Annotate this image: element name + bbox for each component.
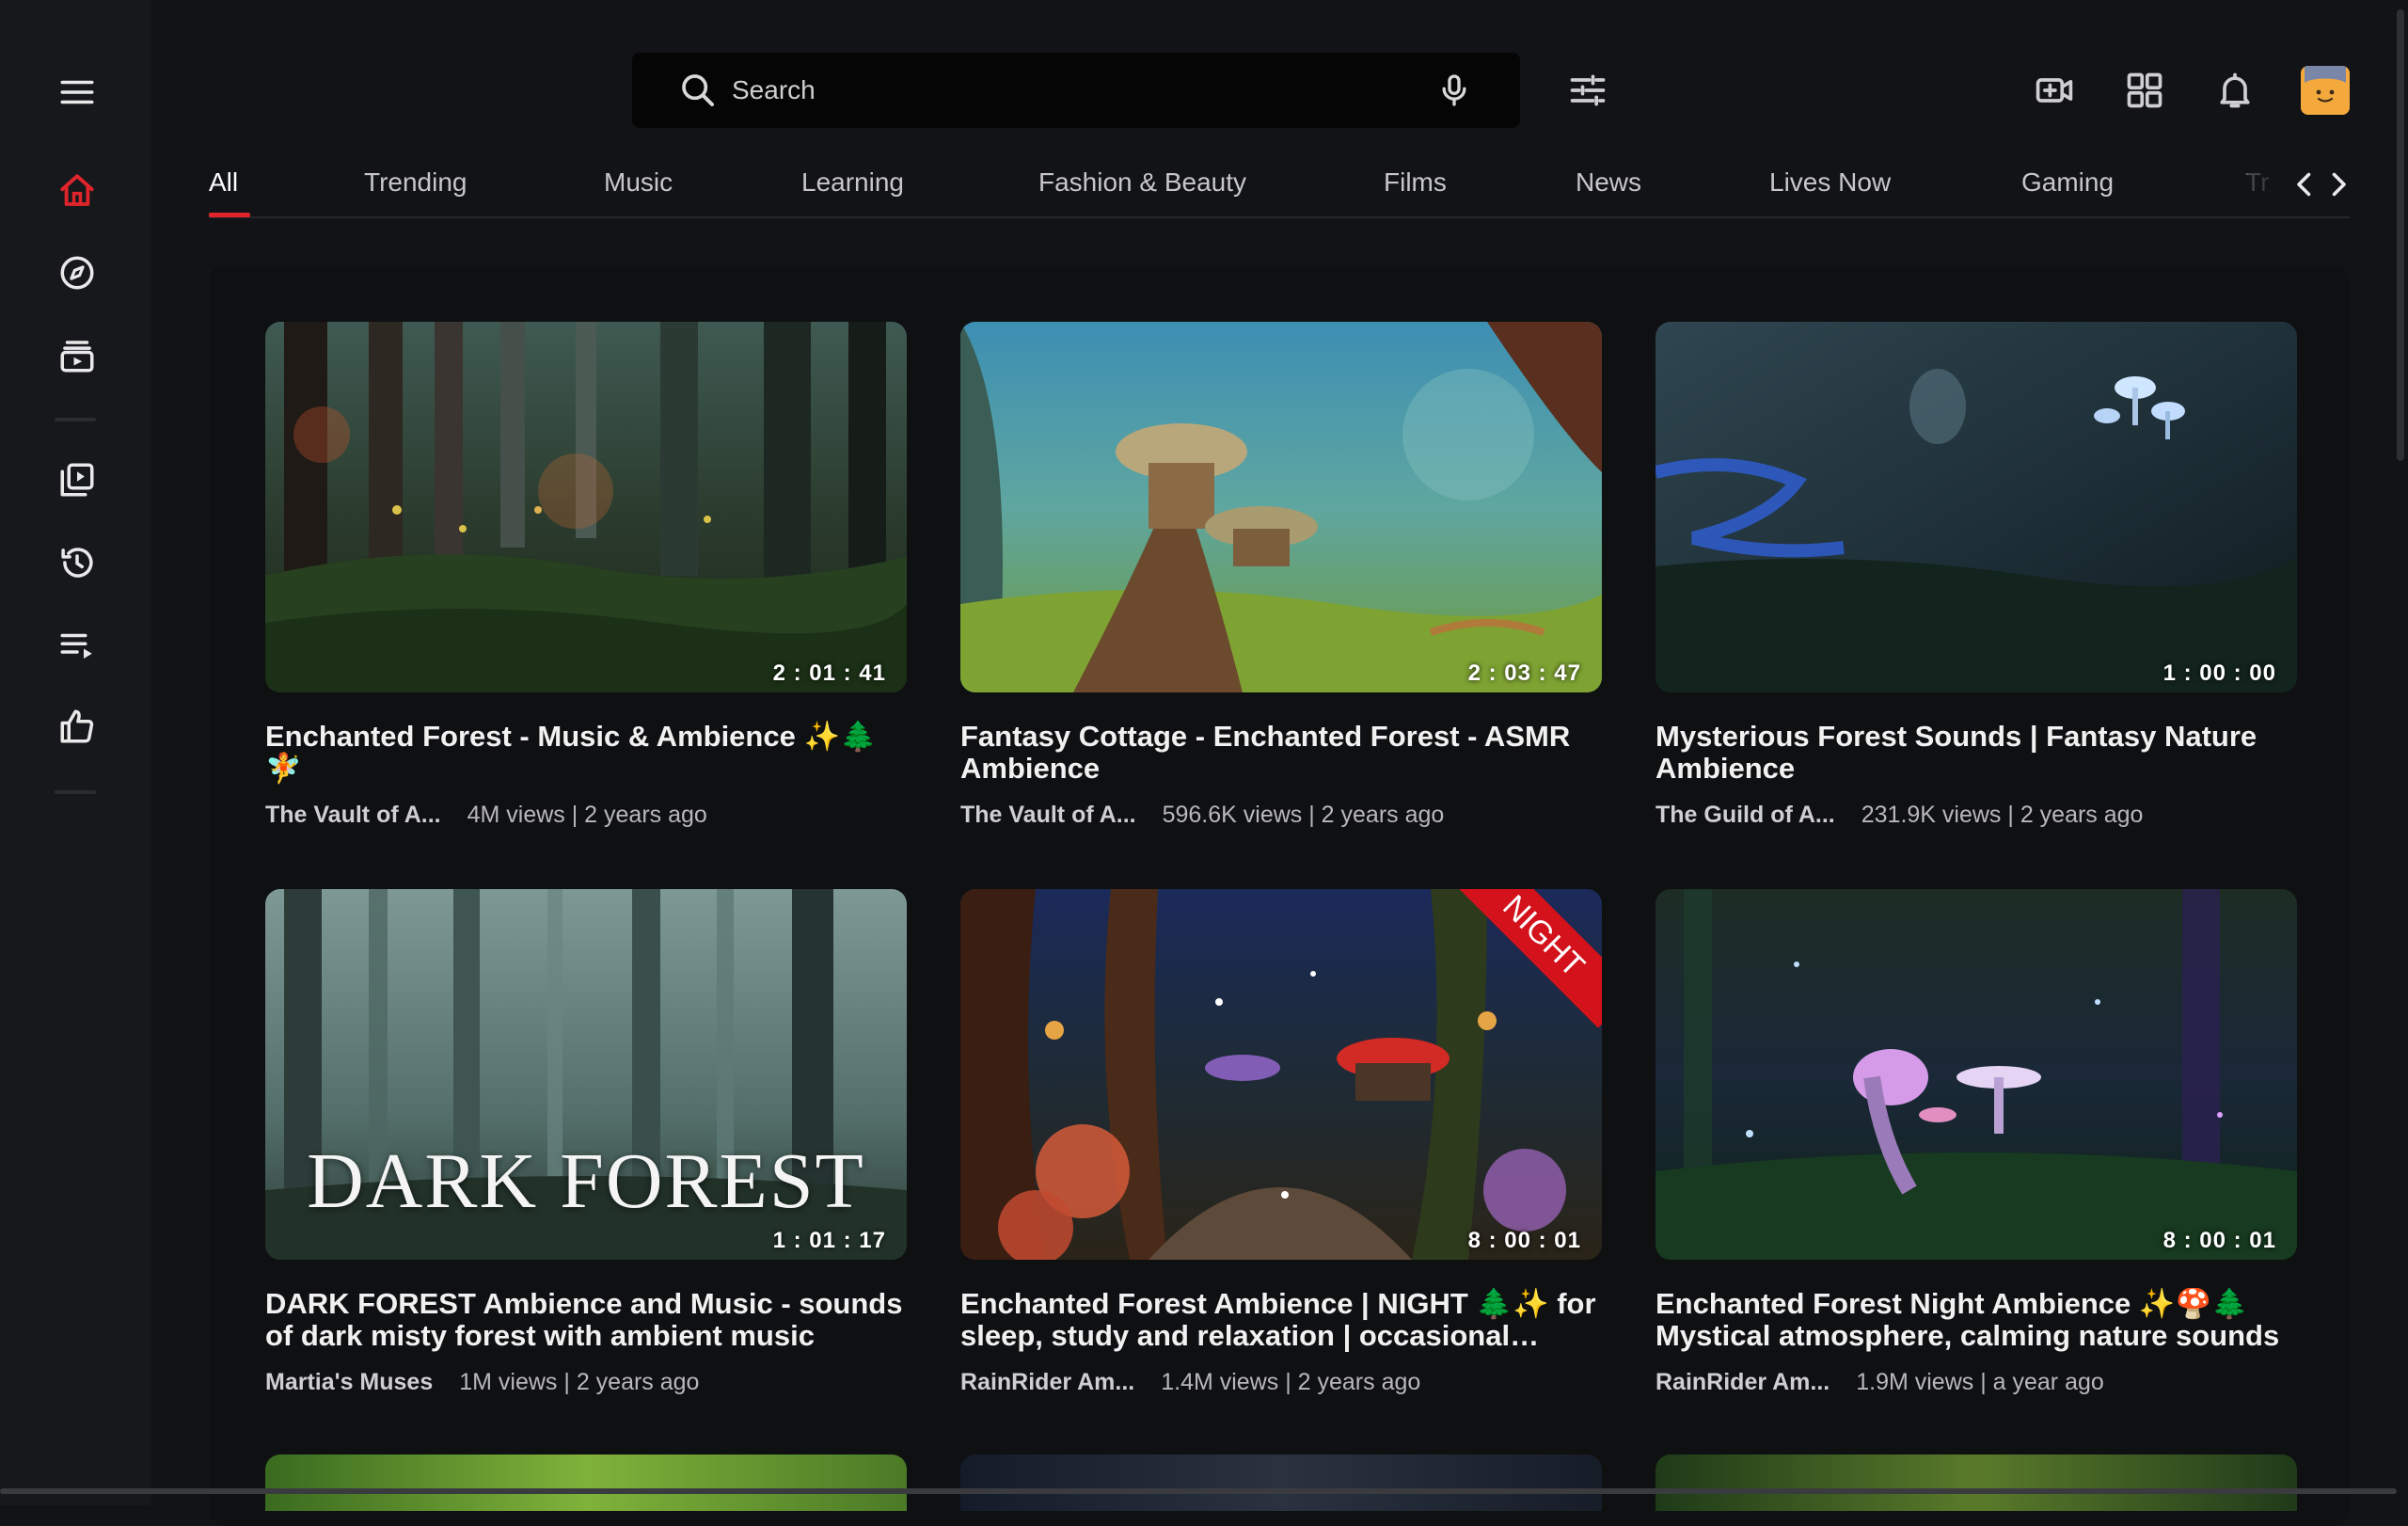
chip-lives-now[interactable]: Lives Now	[1769, 167, 1891, 198]
video-stats: 1.4M views | 2 years ago	[1161, 1369, 1421, 1395]
sidebar-divider	[55, 790, 96, 794]
channel-name[interactable]: The Vault of A...	[960, 802, 1136, 829]
avatar[interactable]	[2301, 66, 2350, 115]
thumbnail-text: DARK FOREST	[307, 1137, 865, 1225]
home-icon[interactable]	[55, 168, 100, 214]
video-grid: 2 : 01 : 41 Enchanted Forest - Music & A…	[209, 265, 2350, 1526]
category-chips: All Trending Music Learning Fashion & Be…	[209, 167, 2353, 220]
channel-name[interactable]: RainRider Am...	[1656, 1369, 1830, 1396]
horizontal-scrollbar[interactable]	[0, 1488, 2397, 1494]
video-title[interactable]: Enchanted Forest Ambience | NIGHT 🌲✨ for…	[960, 1288, 1602, 1352]
video-stats: 231.9K views | 2 years ago	[1861, 802, 2144, 828]
video-title[interactable]: Fantasy Cottage - Enchanted Forest - ASM…	[960, 721, 1602, 785]
video-stats: 1M views | 2 years ago	[459, 1369, 700, 1395]
vertical-scrollbar[interactable]	[2397, 9, 2404, 461]
chip-fashion-beauty[interactable]: Fashion & Beauty	[1038, 167, 1246, 198]
channel-name[interactable]: The Guild of A...	[1656, 802, 1835, 829]
video-thumbnail[interactable]	[265, 1454, 907, 1511]
video-thumbnail[interactable]: 1 : 00 : 00	[1656, 322, 2297, 692]
chip-learning[interactable]: Learning	[801, 167, 904, 198]
video-card[interactable]: NIGHT 8 : 00 : 01 Enchanted Forest Ambie…	[960, 889, 1602, 1396]
sidebar	[0, 0, 150, 1505]
video-thumbnail[interactable]: 2 : 03 : 47	[960, 322, 1602, 692]
video-duration: 8 : 00 : 01	[2162, 1228, 2276, 1253]
video-card[interactable]	[1656, 1454, 2297, 1511]
chevron-left-icon[interactable]	[2288, 167, 2321, 201]
video-card[interactable]	[265, 1454, 907, 1511]
video-duration: 8 : 00 : 01	[1467, 1228, 1581, 1253]
microphone-icon[interactable]	[1435, 72, 1473, 109]
video-meta: Martia's Muses 1M views | 2 years ago	[265, 1369, 907, 1396]
video-card[interactable]	[960, 1454, 1602, 1511]
library-icon[interactable]	[55, 457, 100, 502]
active-chip-indicator	[209, 213, 250, 217]
video-thumbnail[interactable]: DARK FOREST 1 : 01 : 17	[265, 889, 907, 1260]
video-title[interactable]: Enchanted Forest Night Ambience ✨🍄🌲 Myst…	[1656, 1288, 2297, 1352]
explore-icon[interactable]	[55, 250, 100, 295]
search-icon[interactable]	[679, 72, 717, 109]
video-title[interactable]: Enchanted Forest - Music & Ambience ✨🌲🧚	[265, 721, 907, 785]
chip-gaming[interactable]: Gaming	[2021, 167, 2114, 198]
sidebar-divider	[55, 418, 96, 421]
chip-music[interactable]: Music	[604, 167, 673, 198]
watch-later-icon[interactable]	[55, 623, 100, 668]
liked-videos-icon[interactable]	[55, 704, 100, 749]
video-stats: 1.9M views | a year ago	[1856, 1369, 2104, 1395]
filter-icon[interactable]	[1563, 66, 1612, 115]
search-bar[interactable]	[632, 53, 1520, 128]
video-meta: RainRider Am... 1.4M views | 2 years ago	[960, 1369, 1602, 1396]
video-title[interactable]: DARK FOREST Ambience and Music - sounds …	[265, 1288, 907, 1352]
search-input[interactable]	[730, 74, 1392, 106]
chevron-right-icon[interactable]	[2321, 167, 2355, 201]
video-thumbnail[interactable]: NIGHT 8 : 00 : 01	[960, 889, 1602, 1260]
video-card[interactable]: 1 : 00 : 00 Mysterious Forest Sounds | F…	[1656, 322, 2297, 829]
video-stats: 596.6K views | 2 years ago	[1162, 802, 1445, 828]
video-duration: 1 : 00 : 00	[2162, 660, 2276, 686]
chip-films[interactable]: Films	[1384, 167, 1447, 198]
history-icon[interactable]	[55, 540, 100, 585]
video-card[interactable]: 2 : 03 : 47 Fantasy Cottage - Enchanted …	[960, 322, 1602, 829]
video-title[interactable]: Mysterious Forest Sounds | Fantasy Natur…	[1656, 721, 2297, 785]
video-meta: The Vault of A... 596.6K views | 2 years …	[960, 802, 1602, 829]
video-card[interactable]: 8 : 00 : 01 Enchanted Forest Night Ambie…	[1656, 889, 2297, 1396]
video-duration: 1 : 01 : 17	[772, 1228, 886, 1253]
create-video-icon[interactable]	[2030, 66, 2079, 115]
channel-name[interactable]: RainRider Am...	[960, 1369, 1134, 1396]
video-thumbnail[interactable]: 8 : 00 : 01	[1656, 889, 2297, 1260]
video-meta: The Guild of A... 231.9K views | 2 years …	[1656, 802, 2297, 829]
video-thumbnail[interactable]: 2 : 01 : 41	[265, 322, 907, 692]
video-meta: The Vault of A... 4M views | 2 years ago	[265, 802, 907, 829]
notifications-bell-icon[interactable]	[2210, 66, 2259, 115]
chip-trending[interactable]: Trending	[364, 167, 467, 198]
video-duration: 2 : 01 : 41	[772, 660, 886, 686]
channel-name[interactable]: The Vault of A...	[265, 802, 441, 829]
chip-all[interactable]: All	[209, 167, 238, 198]
apps-grid-icon[interactable]	[2120, 66, 2169, 115]
subscriptions-icon[interactable]	[55, 333, 100, 378]
video-meta: RainRider Am... 1.9M views | a year ago	[1656, 1369, 2297, 1396]
menu-icon[interactable]	[55, 70, 100, 115]
video-duration: 2 : 03 : 47	[1467, 660, 1581, 686]
video-card[interactable]: DARK FOREST 1 : 01 : 17 DARK FOREST Ambi…	[265, 889, 907, 1396]
channel-name[interactable]: Martia's Muses	[265, 1369, 433, 1396]
chip-news[interactable]: News	[1576, 167, 1641, 198]
video-stats: 4M views | 2 years ago	[467, 802, 707, 828]
video-thumbnail[interactable]	[960, 1454, 1602, 1511]
video-thumbnail[interactable]	[1656, 1454, 2297, 1511]
video-card[interactable]: 2 : 01 : 41 Enchanted Forest - Music & A…	[265, 322, 907, 829]
